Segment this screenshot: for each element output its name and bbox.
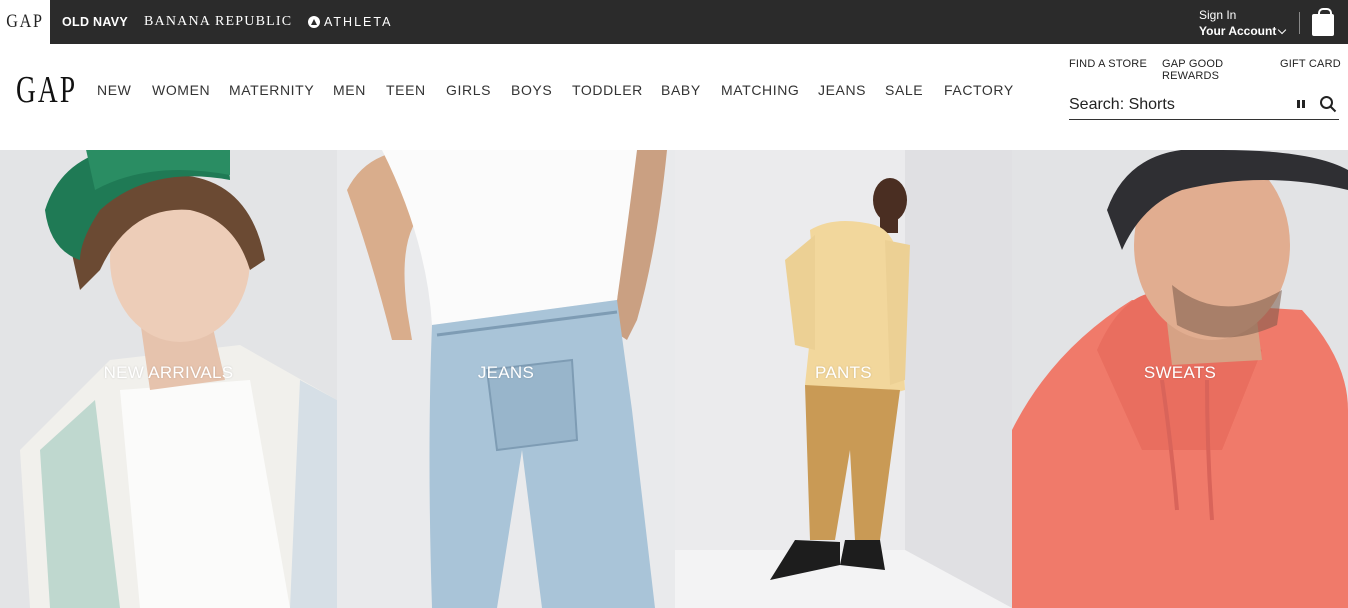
search-icon[interactable] xyxy=(1319,95,1337,113)
nav-baby[interactable]: BABY xyxy=(661,82,701,98)
find-a-store-link[interactable]: FIND A STORE xyxy=(1069,58,1147,70)
brand-gap-link[interactable]: GAP xyxy=(0,0,50,44)
gap-good-rewards-link[interactable]: GAP GOOD REWARDS xyxy=(1162,58,1242,82)
pause-icon[interactable] xyxy=(1295,98,1307,110)
brand-bar: GAP OLD NAVY BANANA REPUBLIC ATHLETA Sig… xyxy=(0,0,1348,44)
search-bar xyxy=(1069,92,1339,120)
nav-teen[interactable]: TEEN xyxy=(386,82,426,98)
panel-jeans[interactable]: JEANS xyxy=(337,150,675,608)
divider xyxy=(1299,12,1300,34)
nav-boys[interactable]: BOYS xyxy=(511,82,552,98)
brand-athleta-link[interactable]: ATHLETA xyxy=(308,0,392,44)
nav-maternity[interactable]: MATERNITY xyxy=(229,82,314,98)
nav-men[interactable]: MEN xyxy=(333,82,366,98)
athleta-logo-icon xyxy=(308,16,320,28)
panel-sweats[interactable]: SWEATS xyxy=(1012,150,1348,608)
nav-new[interactable]: NEW xyxy=(97,82,131,98)
nav-factory[interactable]: FACTORY xyxy=(944,82,1014,98)
panel-sweats-label: SWEATS xyxy=(1143,363,1217,382)
gap-logo: GAP xyxy=(3,0,47,44)
panel-new-arrivals[interactable]: NEW ARRIVALS xyxy=(0,150,337,608)
panel-pants-label: PANTS xyxy=(815,363,872,382)
nav-jeans[interactable]: JEANS xyxy=(818,82,866,98)
nav-sale[interactable]: SALE xyxy=(885,82,923,98)
nav-toddler[interactable]: TODDLER xyxy=(572,82,643,98)
search-input[interactable] xyxy=(1069,94,1279,116)
panel-jeans-label: JEANS xyxy=(477,363,535,382)
nav-matching[interactable]: MATCHING xyxy=(721,82,799,98)
shopping-bag-icon[interactable] xyxy=(1312,8,1334,36)
gap-home-logo[interactable]: GAP xyxy=(16,71,77,109)
nav-women[interactable]: WOMEN xyxy=(152,82,210,98)
sign-in-link[interactable]: Sign In xyxy=(1199,7,1285,23)
gift-card-link[interactable]: GIFT CARD xyxy=(1280,58,1341,70)
your-account-dropdown[interactable]: Your Account xyxy=(1199,23,1287,39)
account-menu[interactable]: Sign In Your Account xyxy=(1199,7,1287,39)
hero-category-panels: NEW ARRIVALS JEANS PANTS SWEATS xyxy=(0,150,1348,608)
brand-banana-republic-link[interactable]: BANANA REPUBLIC xyxy=(144,0,292,44)
panel-pants[interactable]: PANTS xyxy=(675,150,1012,608)
brand-athleta-label: ATHLETA xyxy=(324,15,393,29)
brand-old-navy-link[interactable]: OLD NAVY xyxy=(62,0,128,44)
nav-girls[interactable]: GIRLS xyxy=(446,82,491,98)
panel-new-arrivals-label: NEW ARRIVALS xyxy=(103,363,234,382)
main-header: GAP NEW WOMEN MATERNITY MEN TEEN GIRLS B… xyxy=(0,44,1348,150)
chevron-down-icon xyxy=(1278,25,1287,34)
your-account-label: Your Account xyxy=(1199,24,1277,38)
